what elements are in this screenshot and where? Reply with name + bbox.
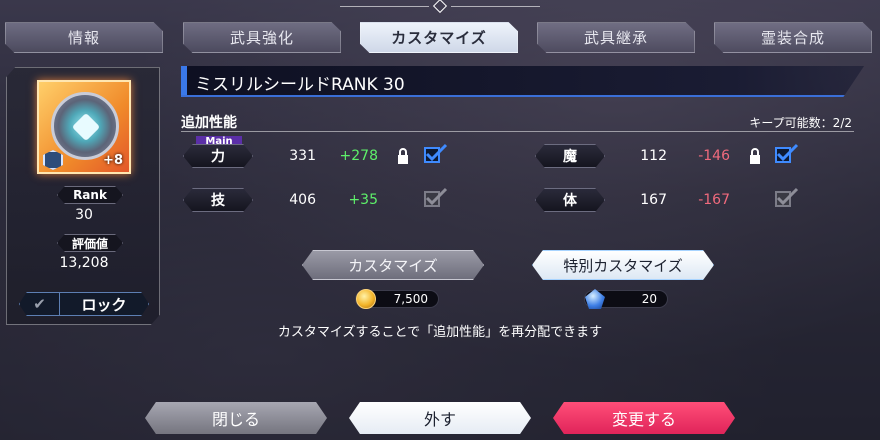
stat-value-vit: 167 xyxy=(640,192,667,208)
lock-label: ロック xyxy=(81,295,127,314)
tab-enhance[interactable]: 武具強化 xyxy=(183,22,341,53)
rank-label: Rank xyxy=(57,186,123,204)
stat-delta-mag: -146 xyxy=(698,148,730,164)
stat-delta-tec: +35 xyxy=(348,192,378,208)
lock-toggle[interactable]: ✔ ロック xyxy=(19,292,149,316)
stat-label-vit: 体 xyxy=(535,188,605,212)
change-button[interactable]: 変更する xyxy=(553,402,735,434)
coin-icon xyxy=(356,289,376,309)
keep-checkbox-mag[interactable] xyxy=(775,143,799,165)
keep-count: キープ可能数：2/2 xyxy=(749,116,852,130)
title-accent xyxy=(181,66,187,95)
stat-value-mag: 112 xyxy=(640,148,667,164)
stat-label-mag: 魔 xyxy=(535,144,605,168)
stat-label-str: 力 xyxy=(183,144,253,168)
rating-label: 評価値 xyxy=(57,234,123,252)
customize-note: カスタマイズすることで「追加性能」を再分配できます xyxy=(277,325,603,340)
item-thumbnail: +8 xyxy=(37,80,131,174)
special-customize-button[interactable]: 特別カスタマイズ xyxy=(532,250,714,280)
stat-value-str: 331 xyxy=(289,148,316,164)
tab-customize[interactable]: カスタマイズ xyxy=(360,22,518,53)
tab-synthesis[interactable]: 霊装合成 xyxy=(714,22,872,53)
tab-info[interactable]: 情報 xyxy=(5,22,163,53)
top-ornament xyxy=(340,0,540,14)
checkbox-icon: ✔ xyxy=(20,293,60,315)
lock-icon[interactable] xyxy=(396,147,410,165)
stat-delta-vit: -167 xyxy=(698,192,730,208)
item-card: +8 Rank 30 評価値 13,208 ✔ ロック xyxy=(6,67,160,325)
rating-value: 13,208 xyxy=(59,255,109,271)
tab-bar: 情報 武具強化 カスタマイズ 武具継承 霊装合成 xyxy=(5,22,875,53)
remove-button[interactable]: 外す xyxy=(349,402,531,434)
rarity-icon xyxy=(43,150,63,170)
stat-delta-str: +278 xyxy=(339,148,378,164)
item-name: ミスリルシールドRANK 30 xyxy=(195,75,405,95)
item-title-bar: ミスリルシールドRANK 30 xyxy=(181,66,865,97)
lock-icon[interactable] xyxy=(748,147,762,165)
keep-checkbox-tec[interactable] xyxy=(424,187,448,209)
stat-value-tec: 406 xyxy=(289,192,316,208)
customize-button[interactable]: カスタマイズ xyxy=(302,250,484,280)
plus-level: +8 xyxy=(103,153,123,168)
shield-icon xyxy=(51,92,119,160)
tab-inherit[interactable]: 武具継承 xyxy=(537,22,695,53)
keep-checkbox-vit[interactable] xyxy=(775,187,799,209)
section-title: 追加性能 xyxy=(181,115,237,131)
stat-label-tec: 技 xyxy=(183,188,253,212)
keep-checkbox-str[interactable] xyxy=(424,143,448,165)
close-button[interactable]: 閉じる xyxy=(145,402,327,434)
section-divider xyxy=(181,131,854,132)
rank-value: 30 xyxy=(75,207,93,223)
